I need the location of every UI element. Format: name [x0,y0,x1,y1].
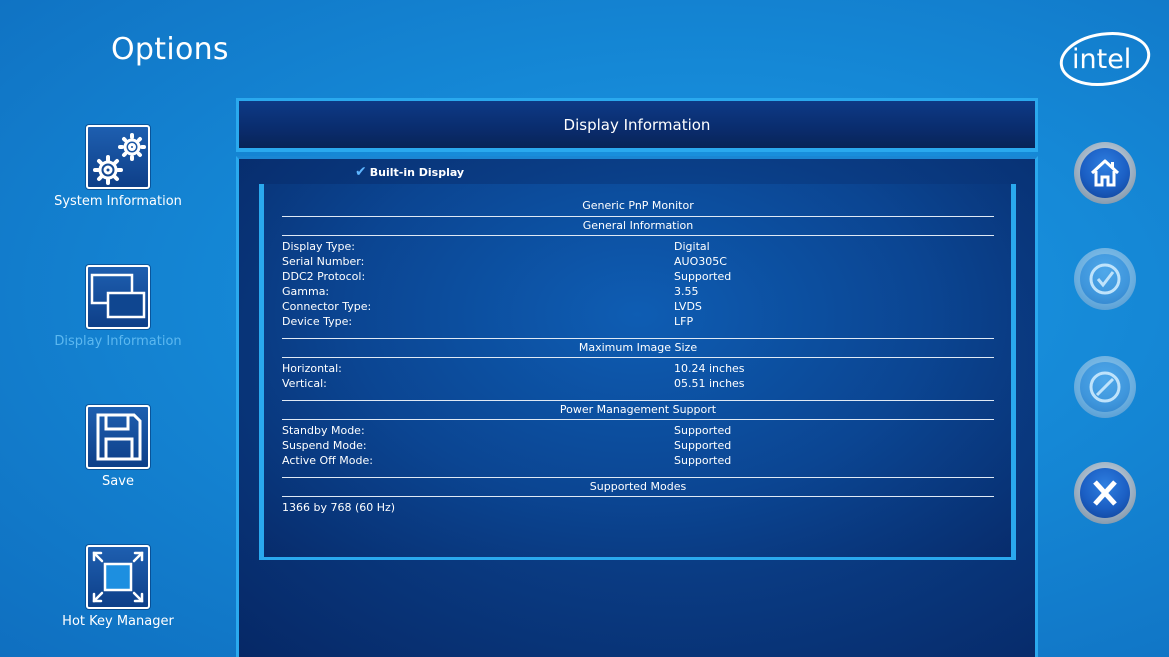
info-row: Standby Mode: Supported [282,424,732,437]
section-maximum-image-size: Maximum Image Size [282,339,994,358]
sidebar-item-label: Hot Key Manager [62,614,174,629]
info-row: Suspend Mode: Supported [282,439,732,452]
info-row: Active Off Mode: Supported [282,454,732,467]
section-power-management-support: Power Management Support [282,401,994,420]
info-row: DDC2 Protocol: Supported [282,270,732,283]
device-selector-built-in-display[interactable]: ✔ Built-in Display [355,164,464,180]
floppy-disk-icon [86,405,150,469]
page-title: Options [111,32,229,67]
sidebar-item-label: Display Information [54,334,182,349]
intel-logo: intel [1059,31,1151,87]
cancel-button[interactable] [1074,356,1136,418]
device-label: Built-in Display [369,165,465,179]
sidebar-item-display-information[interactable]: Display Information [40,265,196,349]
cancel-circle-icon [1089,371,1121,403]
sidebar-item-label: Save [102,474,134,489]
x-icon [1093,480,1117,506]
apply-button[interactable] [1074,248,1136,310]
expand-arrows-icon [86,545,150,609]
info-row: Vertical: 05.51 inches [282,377,745,390]
home-icon [1090,159,1120,187]
display-info-box: Generic PnP Monitor General Information … [259,184,1016,560]
info-row: Device Type: LFP [282,315,694,328]
info-row: Gamma: 3.55 [282,285,699,298]
home-button[interactable] [1074,142,1136,204]
sidebar-item-system-information[interactable]: System Information [40,125,196,209]
display-windows-icon [86,265,150,329]
general-info-rows: Display Type: Digital Serial Number: AUO30… [282,236,994,329]
checkmark-icon: ✔ [355,164,367,180]
power-rows: Standby Mode: Supported Suspend Mode: Supp… [282,420,994,468]
sidebar-item-save[interactable]: Save [40,405,196,489]
supported-modes-list: 1366 by 768 (60 Hz) [282,497,994,515]
panel-title: Display Information [563,115,711,134]
info-row: Horizontal: 10.24 inches [282,362,745,375]
close-button[interactable] [1074,462,1136,524]
panel-header: Display Information [236,98,1038,152]
info-row: Connector Type: LVDS [282,300,702,313]
image-size-rows: Horizontal: 10.24 inches Vertical: 05.51 i… [282,358,994,391]
monitor-name: Generic PnP Monitor [282,196,994,217]
intel-logo-text: intel [1072,44,1131,75]
sidebar-item-hot-key-manager[interactable]: Hot Key Manager [40,545,196,629]
info-row: Display Type: Digital [282,240,710,253]
check-circle-icon [1089,263,1121,295]
section-general-information: General Information [282,217,994,236]
section-supported-modes: Supported Modes [282,478,994,497]
sidebar-item-label: System Information [54,194,182,209]
info-row: Serial Number: AUO305C [282,255,727,268]
list-item: 1366 by 768 (60 Hz) [282,501,396,514]
gears-icon [86,125,150,189]
